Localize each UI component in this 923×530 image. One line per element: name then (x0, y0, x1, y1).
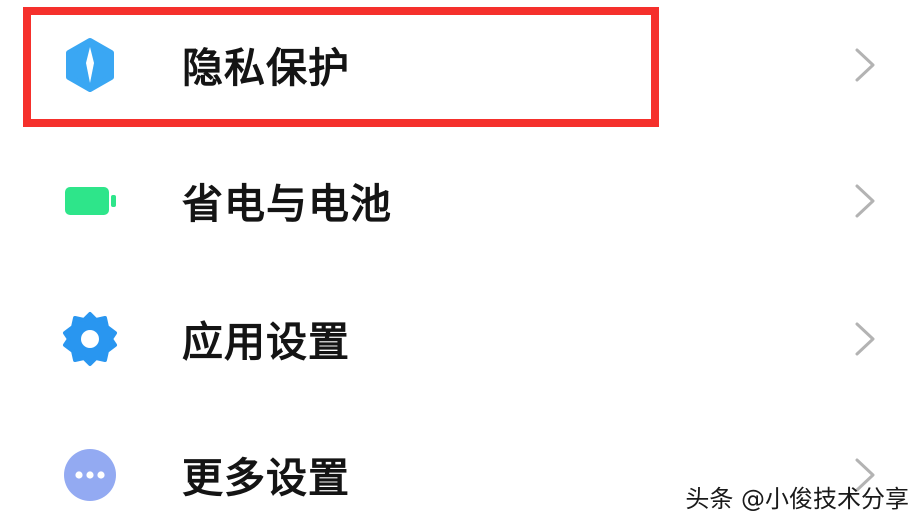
settings-item-battery[interactable]: 省电与电池 (0, 146, 923, 256)
settings-list: 隐私保护 省电与电池 应用设置 更多设置 (0, 0, 923, 524)
chevron-right-icon (852, 181, 878, 221)
gear-icon (62, 311, 118, 367)
settings-item-label: 更多设置 (182, 453, 350, 502)
settings-item-label: 省电与电池 (182, 179, 392, 228)
watermark: 头条 @小俊技术分享 (685, 485, 909, 513)
chevron-right-icon (852, 45, 878, 85)
settings-item-privacy[interactable]: 隐私保护 (0, 10, 923, 120)
chevron-right-icon (852, 319, 878, 359)
settings-item-label: 隐私保护 (182, 43, 350, 92)
settings-item-app-settings[interactable]: 应用设置 (0, 284, 923, 394)
battery-icon (62, 173, 118, 229)
settings-item-label: 应用设置 (182, 317, 350, 366)
privacy-shield-icon (62, 37, 118, 93)
more-dots-icon (62, 447, 118, 503)
